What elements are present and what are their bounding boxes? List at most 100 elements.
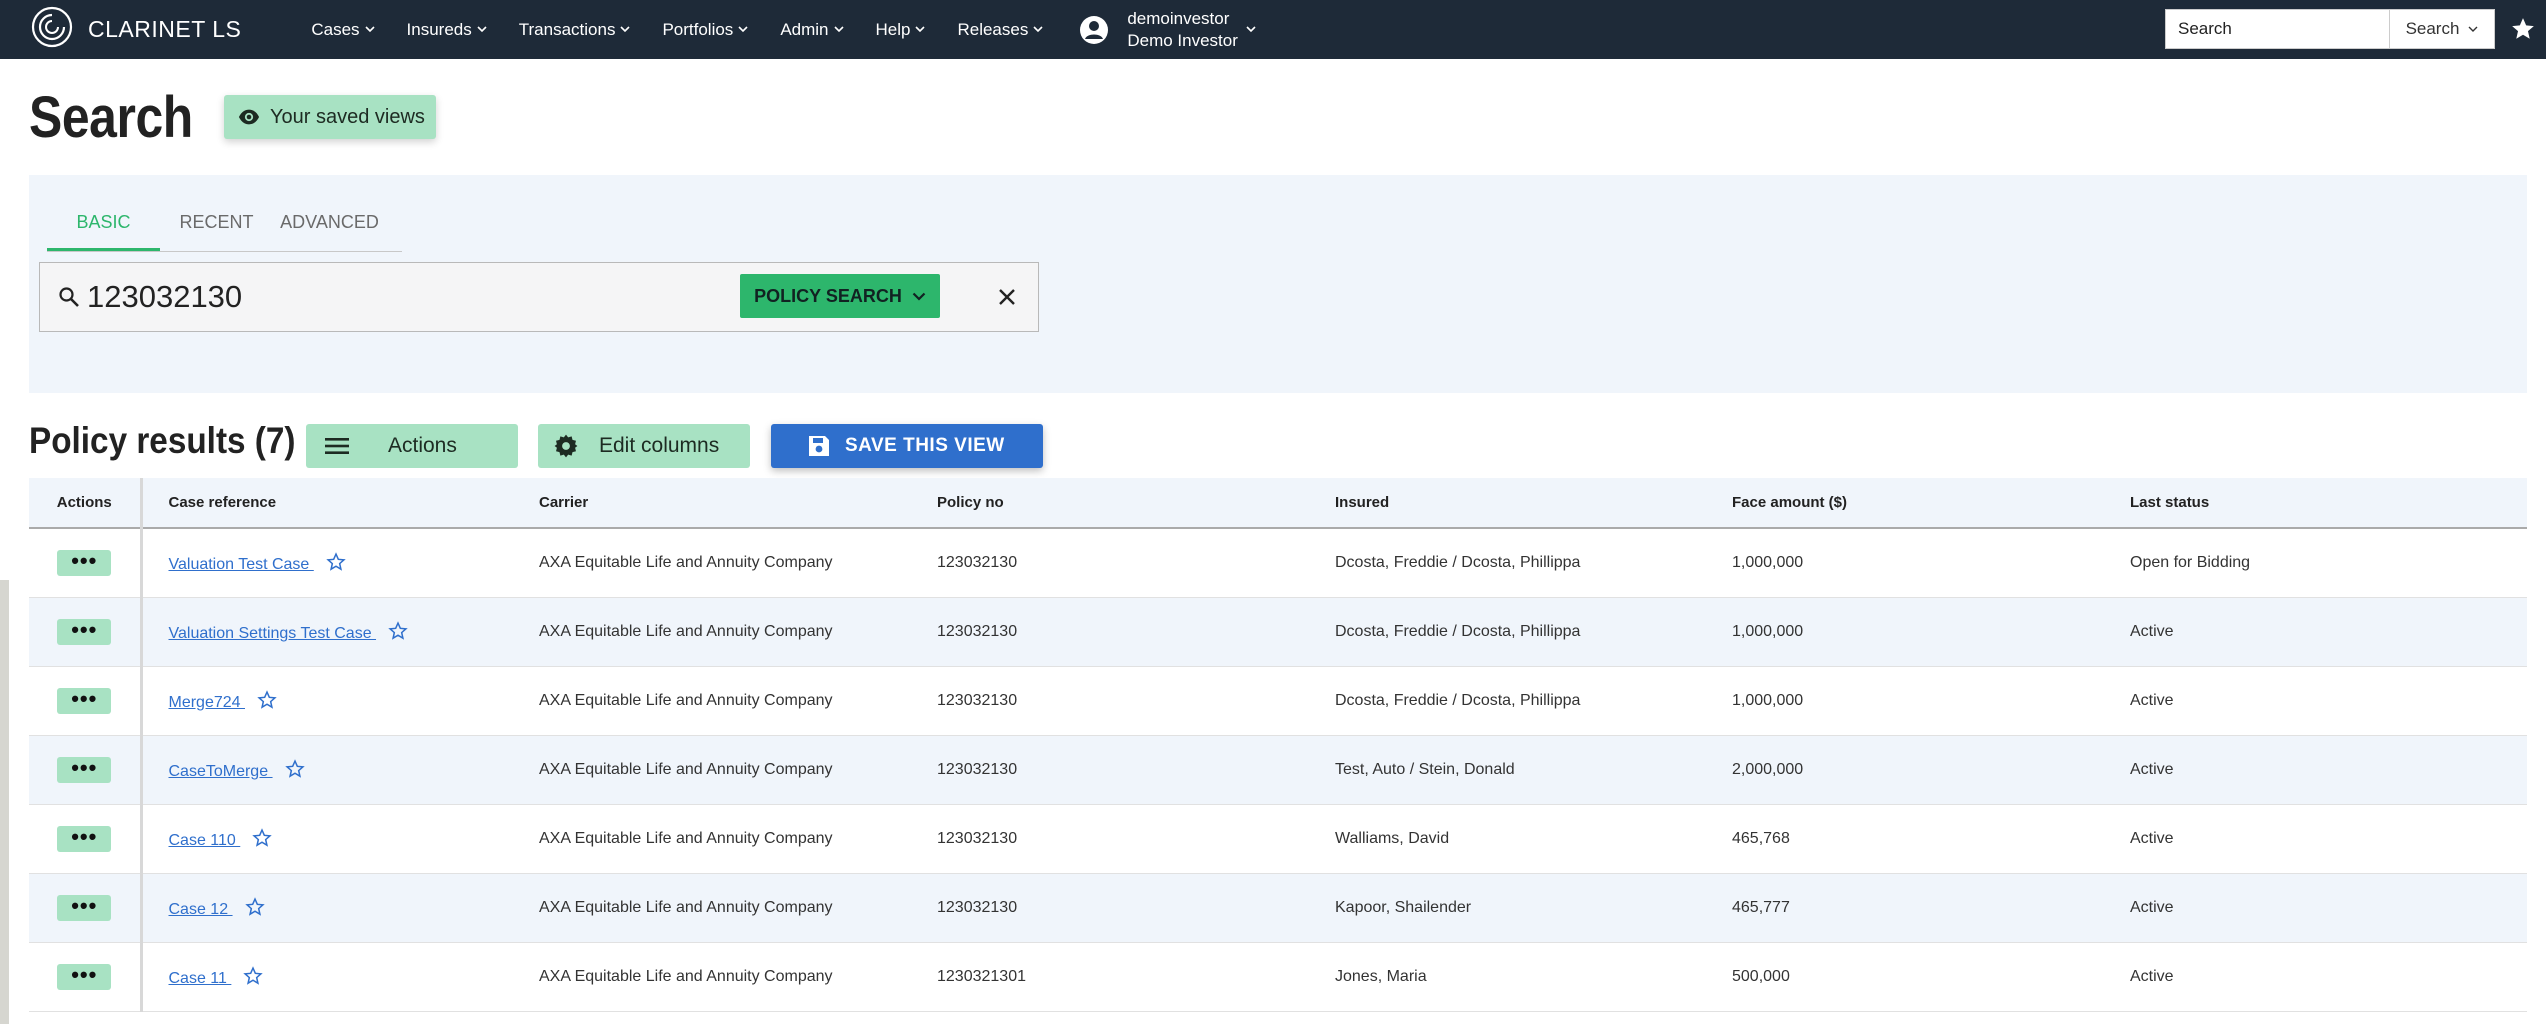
column-header-policy-no[interactable]: Policy no [937,478,1335,529]
saved-views-button[interactable]: Your saved views [224,95,436,139]
menu-help[interactable]: Help [876,20,926,40]
save-view-button[interactable]: SAVE THIS VIEW [771,424,1043,468]
column-header-actions[interactable]: Actions [29,478,143,529]
carrier-cell: AXA Equitable Life and Annuity Company [539,528,937,598]
actions-button[interactable]: Actions [306,424,518,468]
chevron-down-icon [1246,26,1256,33]
last-status-cell: Active [2130,735,2527,805]
star-icon[interactable] [252,827,272,848]
policy-no-cell: 1230321301 [937,942,1335,1012]
carrier-cell: AXA Equitable Life and Annuity Company [539,666,937,736]
insured-cell: Kapoor, Shailender [1335,873,1732,943]
table-row: ••• Case 12 AXA Equitable Life and Annui… [29,873,2527,943]
tab-advanced[interactable]: ADVANCED [273,197,386,251]
case-reference-link[interactable]: CaseToMerge [169,763,273,780]
row-actions-button[interactable]: ••• [57,618,112,645]
edit-columns-label: Edit columns [599,434,720,457]
row-actions-button[interactable]: ••• [57,756,112,783]
gear-icon [554,434,578,458]
insured-cell: Dcosta, Freddie / Dcosta, Phillippa [1335,597,1732,667]
chevron-down-icon [912,292,926,301]
left-edge-strip [0,0,9,1024]
menu-insureds[interactable]: Insureds [407,20,487,40]
case-reference-link[interactable]: Valuation Settings Test Case [169,625,377,642]
menu-label: Help [875,19,911,39]
table-row: ••• Case 11 AXA Equitable Life and Annui… [29,942,2527,1012]
star-icon[interactable] [284,758,305,779]
global-search-button[interactable]: Search [2389,9,2495,49]
user-display-name: Demo Investor [1127,30,1238,50]
search-panel: BASIC RECENT ADVANCED POLICY SEARCH [29,175,2527,393]
policy-no-cell: 123032130 [937,597,1335,667]
column-header-face-amount[interactable]: Face amount ($) [1732,478,2130,529]
star-icon[interactable] [326,551,346,572]
menu-cases[interactable]: Cases [311,19,375,40]
carrier-cell: AXA Equitable Life and Annuity Company [539,804,937,874]
case-reference-link[interactable]: Case 110 [169,832,241,849]
user-circle-icon [1079,15,1109,45]
menu-label: Portfolios [662,19,734,39]
user-info: demoinvestor Demo Investor [1127,8,1238,52]
insured-cell: Dcosta, Freddie / Dcosta, Phillippa [1335,666,1732,736]
edit-columns-button[interactable]: Edit columns [538,424,750,468]
star-icon[interactable] [244,896,265,917]
carrier-cell: AXA Equitable Life and Annuity Company [539,735,937,805]
row-actions-button[interactable]: ••• [57,894,112,921]
case-reference-link[interactable]: Valuation Test Case [169,556,314,573]
global-search-input[interactable] [2165,9,2389,49]
search-button-label: Search [2405,19,2460,38]
search-query-input[interactable] [87,279,707,315]
table-row: ••• Valuation Test Case AXA Equitable Li… [29,528,2527,598]
results-title: Policy results (7) [29,420,296,461]
left-edge-strip-lower [0,580,9,1024]
search-type-dropdown[interactable]: POLICY SEARCH [740,274,940,318]
menu-admin[interactable]: Admin [780,20,844,40]
menu-label: Cases [311,19,360,39]
eye-icon [238,109,260,125]
star-icon[interactable] [257,689,277,710]
column-header-last-status[interactable]: Last status [2130,478,2527,529]
search-type-label: POLICY SEARCH [754,285,902,306]
case-reference-link[interactable]: Case 12 [169,901,233,918]
user-menu[interactable]: demoinvestor Demo Investor [1079,8,1256,52]
chevron-down-icon [364,26,375,33]
carrier-cell: AXA Equitable Life and Annuity Company [539,597,937,667]
column-header-carrier[interactable]: Carrier [539,478,937,529]
chevron-down-icon [477,26,487,33]
policy-no-cell: 123032130 [937,804,1335,874]
column-header-insured[interactable]: Insured [1335,478,1732,529]
insured-cell: Walliams, David [1335,804,1732,874]
row-actions-button[interactable]: ••• [57,963,112,990]
last-status-cell: Active [2130,597,2527,667]
menu-transactions[interactable]: Transactions [519,20,631,40]
star-icon[interactable] [2510,16,2536,42]
star-icon[interactable] [388,620,408,641]
column-header-case-reference[interactable]: Case reference [141,478,539,529]
last-status-cell: Active [2130,873,2527,943]
brand-logo[interactable]: CLARINET LS [30,5,241,54]
policy-no-cell: 123032130 [937,873,1335,943]
last-status-cell: Active [2130,942,2527,1012]
chevron-down-icon [738,26,748,33]
table-row: ••• Case 110 AXA Equitable Life and Annu… [29,804,2527,874]
insured-cell: Test, Auto / Stein, Donald [1335,735,1732,805]
row-actions-button[interactable]: ••• [57,687,112,714]
table-header-row: Actions Case reference Carrier Policy no… [29,478,2527,529]
row-actions-button[interactable]: ••• [57,549,112,576]
top-navbar: CLARINET LS Cases Insureds Transactions … [0,0,2546,59]
tab-recent[interactable]: RECENT [160,197,273,251]
case-reference-link[interactable]: Case 11 [169,970,232,987]
case-reference-link[interactable]: Merge724 [169,694,246,711]
last-status-cell: Active [2130,666,2527,736]
star-icon[interactable] [243,965,264,986]
row-actions-button[interactable]: ••• [57,825,112,852]
close-icon[interactable] [995,285,1019,309]
global-search: Search [2165,9,2495,49]
chevron-down-icon [833,26,844,33]
menu-portfolios[interactable]: Portfolios [662,20,748,40]
carrier-cell: AXA Equitable Life and Annuity Company [539,873,937,943]
face-amount-cell: 465,777 [1732,873,2130,943]
tab-basic[interactable]: BASIC [47,197,160,251]
policy-no-cell: 123032130 [937,666,1335,736]
menu-releases[interactable]: Releases [957,20,1043,40]
